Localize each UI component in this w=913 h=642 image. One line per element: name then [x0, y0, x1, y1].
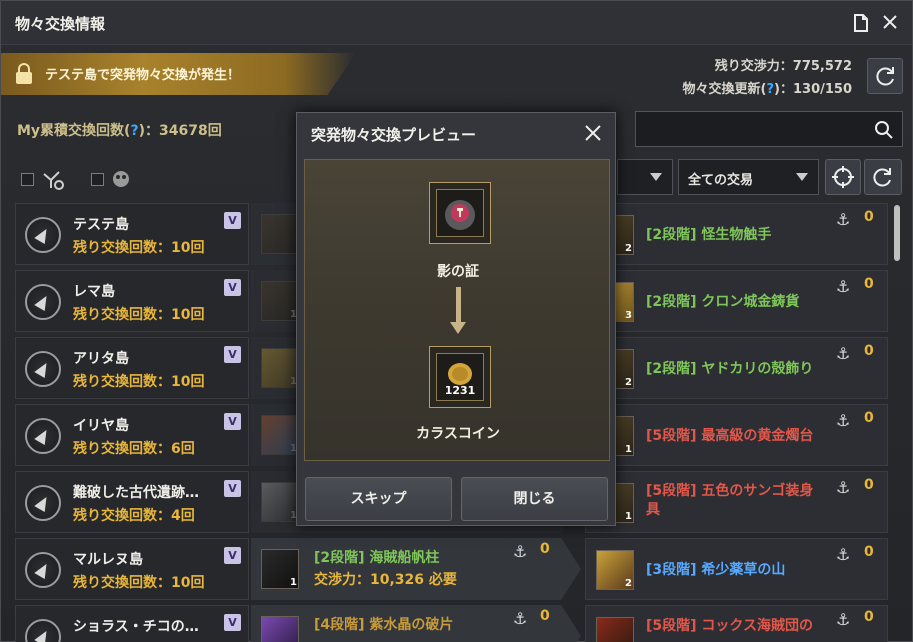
- anchor-icon: ⚓: [513, 542, 528, 561]
- anchor-icon: ⚓: [836, 610, 851, 629]
- table-row[interactable]: マルレヌ島 残り交換回数：10回 V 1 [2段階] 海賊船帆柱 交渉力：10,…: [15, 538, 888, 600]
- v-badge: V: [224, 413, 241, 430]
- help-icon[interactable]: ?: [130, 123, 138, 139]
- banner-text: テステ島で突発物々交換が発生！: [45, 68, 241, 83]
- ship-filter-icon: [43, 171, 64, 190]
- skip-button[interactable]: スキップ: [305, 477, 452, 521]
- document-icon[interactable]: [851, 13, 871, 33]
- compass-icon[interactable]: [25, 418, 61, 454]
- from-item-label: 影の証: [437, 264, 479, 280]
- refresh-icon: [873, 168, 891, 187]
- anchor-icon: ⚓: [836, 344, 851, 363]
- item-icon: [596, 617, 634, 642]
- compass-icon[interactable]: [25, 485, 61, 521]
- item-icon: 2: [596, 550, 634, 590]
- get-item-cell[interactable]: 1 [5段階] 最高級の黄金燭台 ⚓ 0: [585, 404, 888, 466]
- to-item-label: カラスコイン: [416, 426, 500, 442]
- close-icon[interactable]: [880, 13, 900, 33]
- island-cell[interactable]: レマ島 残り交換回数：10回 V: [15, 270, 249, 332]
- preview-modal: 突発物々交換プレビュー 影の証 1231 カラスコイン スキップ 閉じる: [296, 112, 616, 526]
- locate-button[interactable]: [825, 159, 861, 195]
- anchor-icon: ⚓: [513, 609, 528, 628]
- search-icon: [875, 121, 893, 139]
- give-item-cell[interactable]: [4段階] 紫水晶の破片 ⚓ 0: [251, 605, 581, 642]
- island-cell[interactable]: 難破した古代遺跡… 残り交換回数：4回 V: [15, 471, 249, 533]
- get-item-cell[interactable]: 2 [2段階] ヤドカリの殻飾り ⚓ 0: [585, 337, 888, 399]
- v-badge: V: [224, 480, 241, 497]
- island-cell[interactable]: ショラス・チコの… V: [15, 605, 249, 642]
- item-icon: 1: [261, 482, 299, 522]
- refresh-button[interactable]: [867, 58, 903, 94]
- get-item-cell[interactable]: [5段階] コックス海賊団の ⚓ 0: [585, 605, 888, 642]
- to-item-slot[interactable]: 1231: [429, 346, 491, 408]
- my-exchange-count: My累積交換回数(?)：34678回: [17, 123, 222, 139]
- give-item-cell[interactable]: 1 [2段階] 海賊船帆柱 交渉力：10,326 必要 ⚓ 0: [251, 538, 581, 600]
- compass-icon[interactable]: [25, 552, 61, 588]
- refresh-icon: [876, 67, 894, 86]
- arrow-down-head: [450, 322, 466, 334]
- lock-icon: [14, 63, 34, 85]
- pirate-flag-icon: 1: [261, 549, 299, 589]
- filter-checkbox-1[interactable]: [21, 173, 34, 186]
- modal-title: 突発物々交換プレビュー: [311, 126, 477, 144]
- filter-dropdown[interactable]: [617, 159, 673, 195]
- compass-icon[interactable]: [25, 619, 61, 642]
- trade-type-dropdown[interactable]: 全ての交易: [678, 159, 819, 195]
- island-cell[interactable]: テステ島 残り交換回数：10回 V: [15, 203, 249, 265]
- compass-icon[interactable]: [25, 351, 61, 387]
- arrow-down-icon: [456, 287, 461, 325]
- list-refresh-button[interactable]: [864, 159, 902, 195]
- get-item-cell[interactable]: 2 [2段階] 怪生物触手 ⚓ 0: [585, 203, 888, 265]
- preview-panel: 影の証 1231 カラスコイン: [304, 159, 610, 461]
- v-badge: V: [224, 212, 241, 229]
- v-badge: V: [224, 279, 241, 296]
- island-cell[interactable]: アリタ島 残り交換回数：10回 V: [15, 337, 249, 399]
- anchor-icon: ⚓: [836, 277, 851, 296]
- get-item-cell[interactable]: 3 [2段階] クロン城金鋳貨 ⚓ 0: [585, 270, 888, 332]
- item-icon: [261, 214, 299, 254]
- table-row[interactable]: ショラス・チコの… V [4段階] 紫水晶の破片 ⚓ 0 [5段階] コックス海…: [15, 605, 888, 642]
- crosshair-icon: [832, 166, 854, 188]
- island-cell[interactable]: イリヤ島 残り交換回数：6回 V: [15, 404, 249, 466]
- title-bar: 物々交換情報: [1, 1, 912, 45]
- compass-icon[interactable]: [25, 284, 61, 320]
- window-title: 物々交換情報: [15, 15, 106, 33]
- anchor-icon: ⚓: [836, 545, 851, 564]
- anchor-icon: ⚓: [836, 478, 851, 497]
- v-badge: V: [224, 547, 241, 564]
- chevron-down-icon: [650, 173, 662, 181]
- anchor-icon: ⚓: [836, 210, 851, 229]
- remaining-power: 残り交渉力：775,572: [714, 59, 852, 74]
- sudden-barter-banner[interactable]: テステ島で突発物々交換が発生！: [1, 53, 356, 95]
- item-icon: 1: [261, 415, 299, 455]
- island-cell[interactable]: マルレヌ島 残り交換回数：10回 V: [15, 538, 249, 600]
- close-icon[interactable]: [583, 123, 603, 148]
- chevron-down-icon: [796, 173, 808, 181]
- v-badge: V: [224, 614, 241, 631]
- filter-checkbox-2[interactable]: [91, 173, 104, 186]
- shadow-proof-icon: [436, 189, 484, 237]
- compass-icon[interactable]: [25, 217, 61, 253]
- help-icon[interactable]: ?: [766, 82, 774, 97]
- get-item-cell[interactable]: 1 [5段階] 五色のサンゴ装身具 ⚓ 0: [585, 471, 888, 533]
- v-badge: V: [224, 346, 241, 363]
- from-item-slot[interactable]: [429, 182, 491, 244]
- creature-filter-icon: [113, 171, 129, 187]
- crow-coin-icon: 1231: [436, 353, 484, 401]
- anchor-icon: ⚓: [836, 411, 851, 430]
- item-icon: [261, 616, 299, 642]
- to-item-count: 1231: [444, 384, 476, 397]
- close-button[interactable]: 閉じる: [461, 477, 608, 521]
- search-input[interactable]: [635, 111, 903, 147]
- item-icon: 1: [261, 281, 299, 321]
- get-item-cell[interactable]: 2 [3段階] 希少薬草の山 ⚓ 0: [585, 538, 888, 600]
- refresh-count: 物々交換更新(?)：130/150: [682, 82, 852, 97]
- item-icon: 1: [261, 348, 299, 388]
- scrollbar[interactable]: [894, 205, 900, 261]
